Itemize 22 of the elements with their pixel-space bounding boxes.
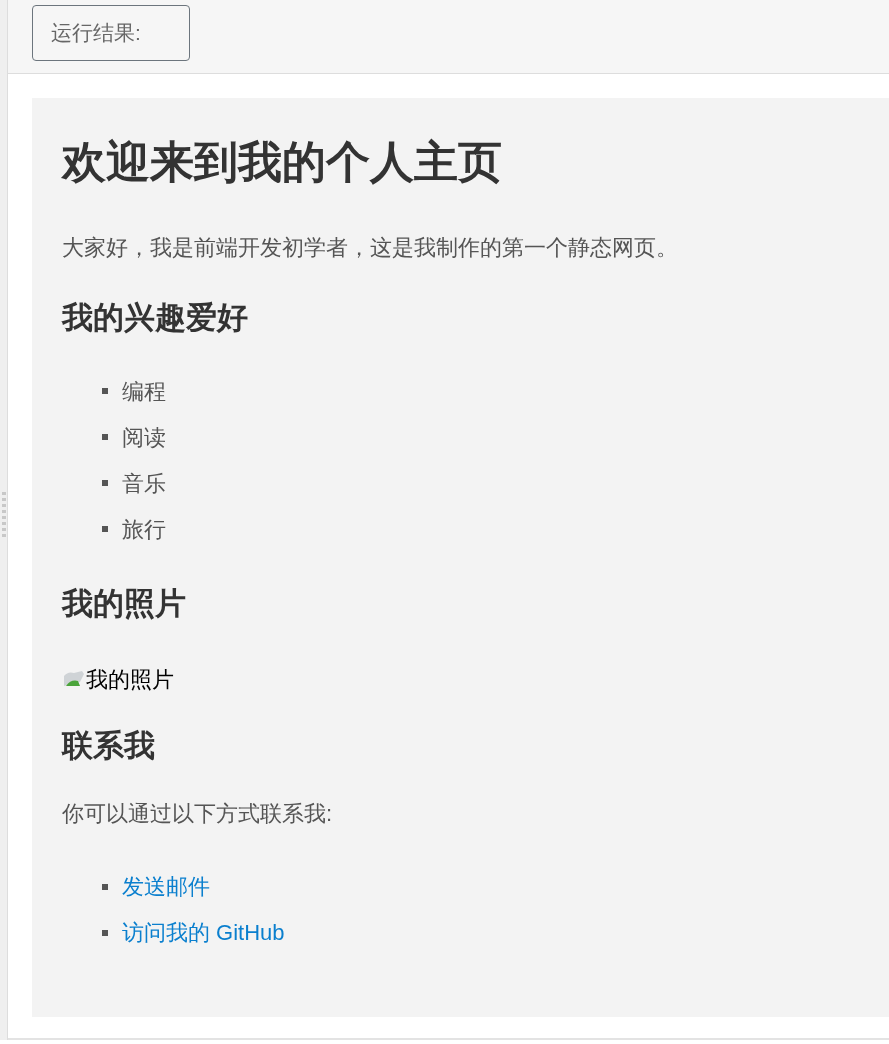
list-item: 旅行 [122, 515, 166, 544]
bullet-icon [102, 434, 108, 441]
contact-link[interactable]: 发送邮件 [122, 870, 210, 904]
bullet-icon [102, 929, 108, 936]
list-item: 音乐 [122, 469, 166, 498]
intro-text: 大家好，我是前端开发初学者，这是我制作的第一个静态网页。 [62, 233, 679, 262]
section-text: 你可以通过以下方式联系我: [62, 799, 334, 828]
bullet-icon [102, 883, 108, 890]
page-heading: 欢迎来到我的个人主页 [62, 136, 503, 188]
bullet-icon [102, 526, 108, 533]
result-button[interactable]: 运行结果: [32, 5, 190, 61]
section-heading: 联系我 [62, 727, 156, 766]
bullet-icon [102, 480, 108, 487]
broken-image-icon [62, 670, 86, 689]
section-heading: 我的照片 [62, 585, 187, 624]
contact-link[interactable]: 访问我的 GitHub [122, 916, 285, 950]
resize-handle[interactable] [1, 492, 6, 538]
section-heading: 我的兴趣爱好 [62, 298, 249, 337]
list-item: 阅读 [122, 423, 166, 452]
image-alt-text: 我的照片 [86, 665, 174, 694]
list-item: 编程 [122, 377, 166, 406]
bullet-icon [102, 388, 108, 395]
